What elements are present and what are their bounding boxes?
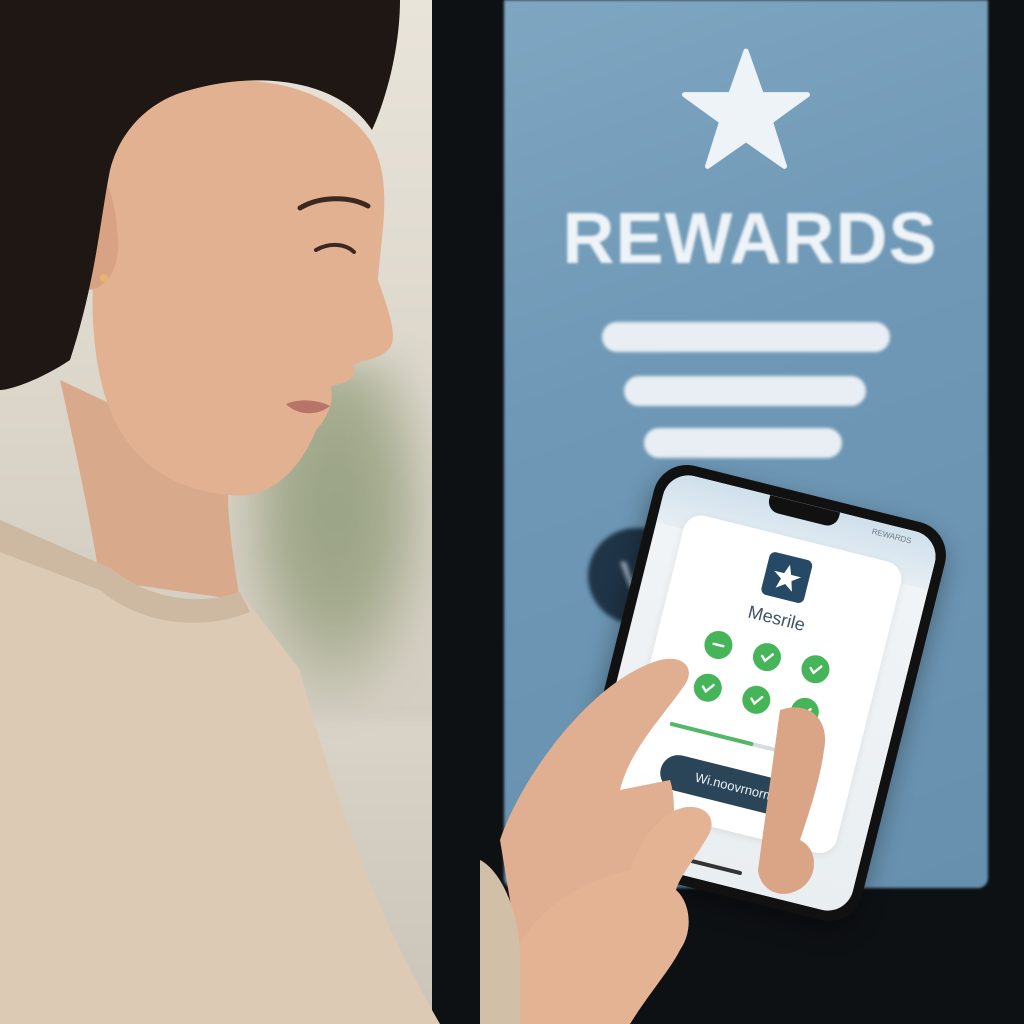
app-star-icon xyxy=(760,550,814,605)
kiosk-text-line xyxy=(624,376,866,406)
kiosk-text-line xyxy=(602,322,890,352)
hands xyxy=(480,658,826,1024)
sweater xyxy=(0,520,440,1024)
kiosk-title: REWARDS xyxy=(562,199,938,279)
kiosk-text-line xyxy=(644,428,842,458)
kiosk-star-icon xyxy=(682,48,810,169)
